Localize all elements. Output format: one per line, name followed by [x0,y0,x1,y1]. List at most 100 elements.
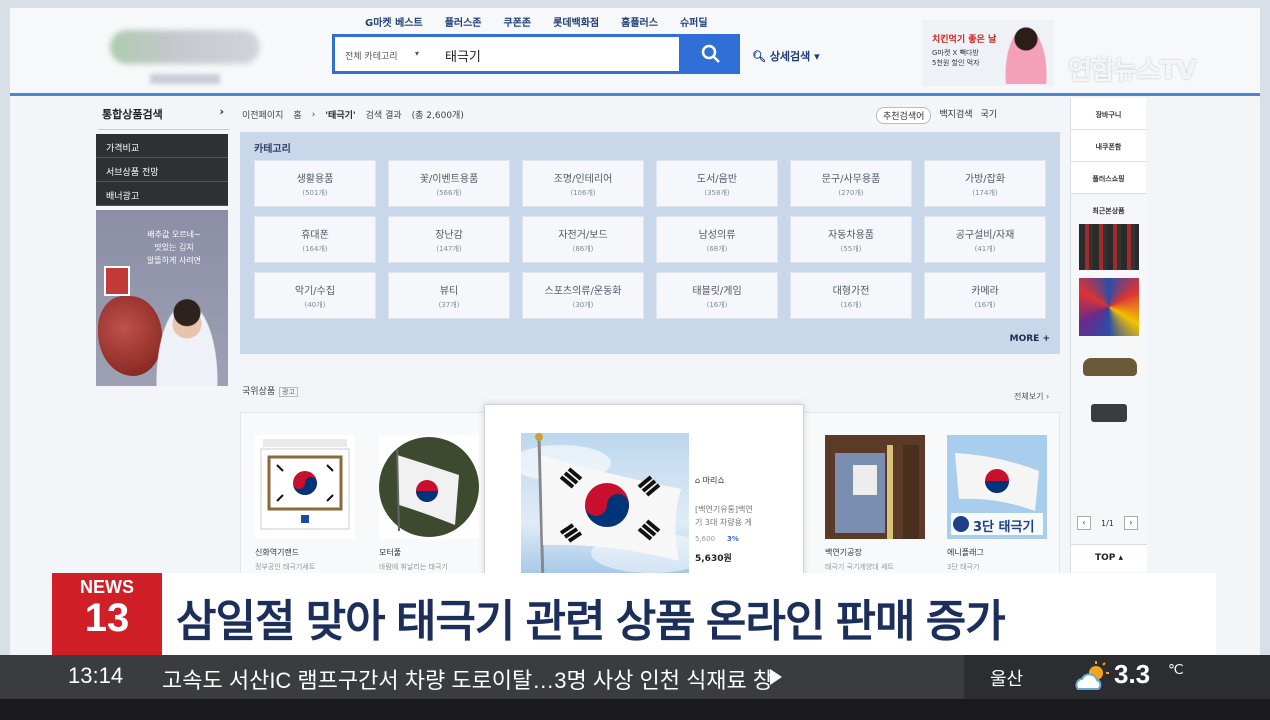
recent-items-title: 최근본상품 [1092,207,1125,215]
nav-item[interactable]: 롯데백화점 [553,14,599,29]
result-label: 검색 결과 [365,111,402,121]
category-item[interactable]: 장난감 (147개) [388,216,510,263]
product-thumb[interactable]: 3단 태극기 [947,435,1047,539]
chevron-right-icon: › [219,105,224,118]
sidebar-title[interactable]: 통합상품검색 › [98,100,230,130]
recent-item-thumb[interactable] [1078,224,1139,270]
weather-widget: 울산 3.3 ℃ [964,655,1270,699]
more-label: MORE [1009,334,1040,344]
ticker-text: 고속도 서산IC 램프구간서 차량 도로이탈…3명 사상 인천 식재료 창 [162,668,774,693]
home-link[interactable]: 홈 [293,108,301,121]
category-item[interactable]: 자동차용품 (55개) [790,216,912,263]
nav-item[interactable]: 슈퍼딜 [680,14,708,29]
flag-banner-label: 3단 태극기 [973,520,1035,535]
sidebar-item[interactable]: 서브상품 전망 [96,158,228,182]
recent-item-thumb[interactable] [1079,344,1139,384]
category-count: (16개) [974,301,996,309]
sidebar-item[interactable]: 배너광고 [96,182,228,206]
featured-product-card[interactable]: ⌂ 마리쇼 [백연기유통]백연 기 3대 차량용 게 5,600 3% 5,63… [484,404,804,584]
featured-product-image[interactable] [521,433,689,583]
category-name: 자동차용품 [828,230,874,241]
featured-price: 5,630원 [695,554,732,564]
view-all-link[interactable]: 전체보기 › [1014,391,1049,402]
nav-item[interactable]: G마켓 베스트 [365,14,423,29]
recent-item-thumb[interactable] [1079,392,1139,432]
bottom-bar [0,699,1270,720]
product-card[interactable]: 모터풀 바람에 휘날리는 태극기 [379,435,479,572]
category-count: (16개) [840,301,862,309]
weather-city: 울산 [990,669,1024,689]
related-keyword[interactable]: 백지검색 [939,107,972,124]
category-item[interactable]: 공구설비/자재 (41개) [924,216,1046,263]
category-item[interactable]: 꽃/이벤트용품 (566개) [388,160,510,207]
next-page-button[interactable]: › [1123,516,1138,530]
plus-shopping-button[interactable]: 플러스쇼핑 [1071,162,1146,194]
ticker-separator-icon [770,669,782,685]
category-count: (40개) [304,301,326,309]
category-item[interactable]: 태블릿/게임 (16개) [656,272,778,319]
category-count: (68개) [706,245,728,253]
nav-item[interactable]: 쿠폰존 [504,14,532,29]
page-indicator: 1/1 [1101,518,1114,528]
section-title: 국위상품 [242,387,276,397]
sidebar-item[interactable]: 가격비교 [96,134,228,158]
category-count: (164개) [302,245,328,253]
cart-button[interactable]: 장바구니 [1071,98,1146,130]
category-item[interactable]: 도서/음반 (358개) [656,160,778,207]
category-title: 카테고리 [254,144,291,155]
prev-page-link[interactable]: 이전페이지 [242,108,283,121]
product-desc: 정부공인 태극기세트 [255,563,316,571]
banner-subtitle: G마켓 X 빽다방 5천원 할인 먹자 [932,49,980,67]
sidebar-ad[interactable]: 배추값 오르네~ 맛있는 김치 알뜰하게 사려면 [96,210,228,386]
weather-unit: ℃ [1168,661,1184,677]
product-thumb[interactable] [825,435,925,539]
product-section-title: 국위상품 광고 [242,384,299,397]
category-item[interactable]: 조명/인테리어 (106개) [522,160,644,207]
nav-item[interactable]: 플러스존 [445,14,482,29]
category-item[interactable]: 카메라 (16개) [924,272,1046,319]
ad-banner[interactable]: 치킨먹기 좋은 날 G마켓 X 빽다방 5천원 할인 먹자 [922,20,1054,86]
search-button[interactable] [682,34,740,74]
category-item[interactable]: 자전거/보드 (86개) [522,216,644,263]
category-item[interactable]: 가방/잡화 (174개) [924,160,1046,207]
product-card[interactable]: 신화역기랜드 정부공인 태극기세트 [255,435,355,572]
category-count: (41개) [974,245,996,253]
right-sidebar: 장바구니 내쿠폰함 플러스쇼핑 최근본상품 ‹ 1/1 › TOP ▴ [1070,98,1147,576]
product-thumb[interactable] [379,435,479,539]
chevron-up-icon: ▴ [1118,553,1124,563]
site-logo[interactable] [110,30,260,64]
category-count: (270개) [838,189,864,197]
category-count: (86개) [572,245,594,253]
category-item[interactable]: 스포츠의류/운동화 (30개) [522,272,644,319]
category-item[interactable]: 생활용품 (501개) [254,160,376,207]
featured-seller-name: 마리쇼 [702,476,725,485]
product-card[interactable]: 백연기공장 태극기 국기게양대 세트 [825,435,925,572]
recent-item-thumb[interactable] [1078,278,1139,336]
product-desc: 태극기 국기게양대 세트 [825,563,894,571]
related-keyword[interactable]: 국기 [981,107,998,124]
nav-item[interactable]: 홈플러스 [621,14,658,29]
detail-search-label: 상세검색 [769,50,811,63]
search-category-select[interactable]: 전체 카테고리 [345,49,398,62]
category-item[interactable]: 악기/수집 (40개) [254,272,376,319]
category-item[interactable]: 대형가전 (16개) [790,272,912,319]
category-item[interactable]: 남성의류 (68개) [656,216,778,263]
search-query[interactable]: 태극기 [445,46,481,65]
detail-search-link[interactable]: 🔍︎ 상세검색 ▾ [752,48,820,64]
top-button[interactable]: TOP ▴ [1071,544,1147,572]
featured-desc[interactable]: [백연기유통]백연 기 3대 차량용 게 [695,503,795,529]
search-input[interactable]: 전체 카테고리 ▾ 태극기 [332,34,682,74]
product-card[interactable]: 3단 태극기 에니플래그 3단 태극기 [947,435,1047,572]
category-item[interactable]: 뷰티 (37개) [388,272,510,319]
weather-temperature: 3.3 [1114,659,1151,689]
category-item[interactable]: 휴대폰 (164개) [254,216,376,263]
category-count: (55개) [840,245,862,253]
more-button[interactable]: MORE + [1010,334,1050,344]
category-count: (358개) [704,189,730,197]
category-panel: 카테고리 생활용품 (501개) 꽃/이벤트용품 (566개) 조명/인테리어 (106개… [240,132,1060,354]
category-name: 카메라 [971,286,999,297]
category-item[interactable]: 문구/사무용품 (270개) [790,160,912,207]
coupon-button[interactable]: 내쿠폰함 [1071,130,1146,162]
product-thumb[interactable] [255,435,355,539]
prev-page-button[interactable]: ‹ [1077,516,1091,530]
